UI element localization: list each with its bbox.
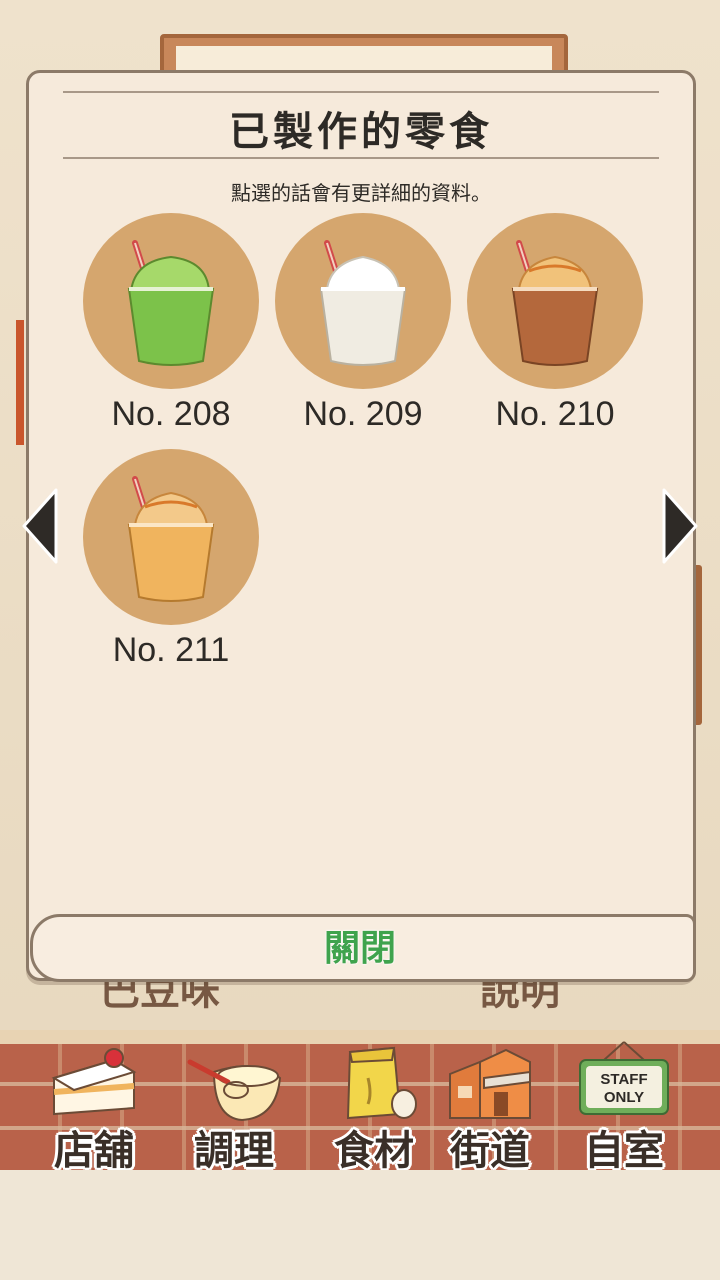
drink-icon: [275, 213, 451, 389]
street-shops-icon: [449, 1048, 531, 1119]
snack-item-210[interactable]: No. 210: [465, 213, 645, 443]
drink-icon: [467, 213, 643, 389]
dialog-subtitle: 點選的話會有更詳細的資料。: [231, 181, 491, 205]
staff-only-sign-icon: STAFF ONLY: [579, 1041, 669, 1115]
caramel-brown-frappe-icon: [511, 240, 599, 366]
toolbar-button-my-room[interactable]: STAFF ONLY 自室: [554, 1038, 694, 1174]
toolbar-button-shop[interactable]: 店舖: [24, 1038, 164, 1174]
toolbar-button-street[interactable]: 街道: [420, 1038, 560, 1174]
next-page-arrow[interactable]: [662, 488, 698, 564]
toolbar-label: 店舖: [54, 1127, 134, 1174]
caramel-orange-frappe-icon: [127, 476, 215, 602]
toolbar-label: 自室: [584, 1127, 664, 1174]
snack-item-209[interactable]: No. 209: [273, 213, 453, 443]
white-frappe-icon: [319, 240, 407, 366]
title-divider-bottom: [63, 157, 659, 159]
cake-icon: [51, 1048, 137, 1116]
previous-page-arrow[interactable]: [22, 488, 58, 564]
snack-number: No. 210: [495, 395, 615, 433]
green-frappe-icon: [127, 240, 215, 366]
snack-number: No. 211: [112, 631, 230, 669]
snack-number: No. 209: [303, 395, 423, 433]
title-divider-top: [63, 91, 659, 93]
staff-sign-line-1: STAFF: [600, 1071, 647, 1088]
drink-icon: [83, 213, 259, 389]
bottom-empty-area: [0, 1170, 720, 1280]
flour-bag-icon: [346, 1046, 417, 1120]
dialog-title: 已製作的零食: [229, 108, 493, 155]
bottom-toolbar: 店舖 調理 食材 街道 STAFF ONLY 自室: [0, 1030, 720, 1174]
staff-sign-line-2: ONLY: [604, 1089, 644, 1106]
toolbar-label: 調理: [194, 1127, 274, 1174]
background-post-left: [16, 320, 24, 445]
drink-icon: [83, 449, 259, 625]
toolbar-label: 街道: [450, 1127, 530, 1174]
snack-collection-dialog: 已製作的零食 點選的話會有更詳細的資料。 No. 208 No. 209 No.…: [26, 70, 696, 981]
close-button[interactable]: 關閉: [300, 922, 420, 974]
snack-item-208[interactable]: No. 208: [81, 213, 261, 443]
whisk-bowl-icon: [187, 1059, 282, 1122]
chevron-right-icon: [662, 488, 698, 564]
snack-item-211[interactable]: No. 211: [81, 449, 261, 679]
snack-number: No. 208: [111, 395, 231, 433]
chevron-left-icon: [22, 488, 58, 564]
toolbar-button-cooking[interactable]: 調理: [164, 1038, 304, 1174]
